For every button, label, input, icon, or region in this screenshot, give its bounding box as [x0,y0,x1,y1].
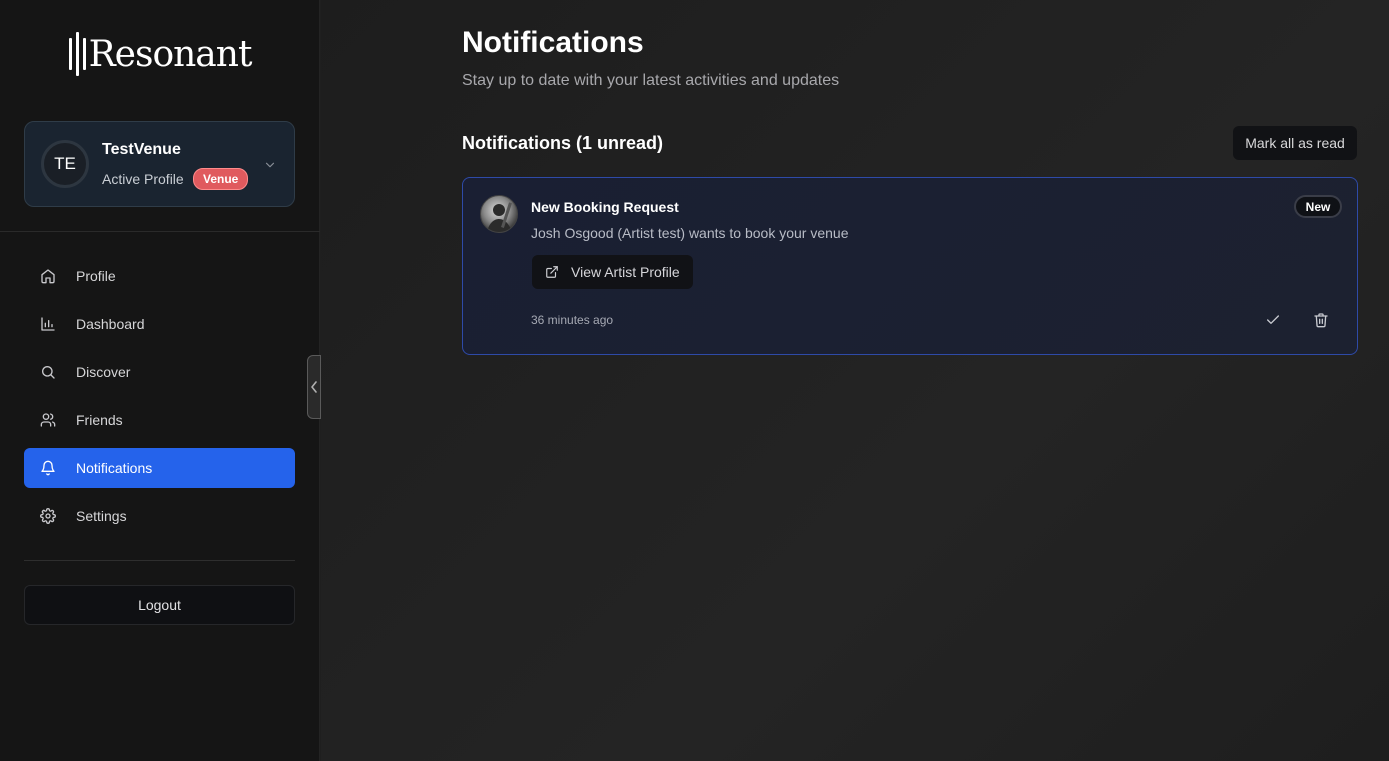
sidebar-divider [24,560,295,561]
trash-icon [1314,313,1328,328]
sidebar-item-dashboard[interactable]: Dashboard [24,304,295,344]
sidebar-item-notifications[interactable]: Notifications [24,448,295,488]
logout-button[interactable]: Logout [24,585,295,625]
mark-all-read-button[interactable]: Mark all as read [1233,126,1357,160]
button-label: View Artist Profile [571,264,680,280]
sidebar-item-label: Discover [76,364,131,380]
page-title: Notifications [462,26,644,59]
view-artist-profile-button[interactable]: View Artist Profile [532,255,693,289]
chevron-left-icon [311,381,317,393]
home-icon [41,269,55,284]
sidebar-item-settings[interactable]: Settings [24,496,295,536]
logo-text: Resonant [88,33,253,75]
sidebar-item-profile[interactable]: Profile [24,256,295,296]
sidebar-item-label: Profile [76,268,116,284]
notification-time: 36 minutes ago [531,313,614,327]
section-title: Notifications (1 unread) [462,133,664,153]
sidebar-item-label: Friends [76,412,123,428]
delete-notification-button[interactable] [1309,308,1333,332]
notification-title: New Booking Request [531,199,679,215]
page-subtitle: Stay up to date with your latest activit… [462,72,840,89]
logo-bars-icon [68,31,86,77]
users-icon [40,413,56,427]
chevron-down-icon [265,162,275,168]
venue-badge: Venue [193,168,249,190]
mark-read-button[interactable] [1261,308,1285,332]
sidebar-item-friends[interactable]: Friends [24,400,295,440]
sidebar-divider [0,231,320,232]
bar-chart-icon [41,317,55,331]
profile-name: TestVenue [102,141,181,158]
avatar-initials: TE [54,154,76,173]
avatar [480,195,518,233]
avatar: TE [41,140,89,188]
sidebar-item-label: Notifications [76,460,153,476]
search-icon [42,366,55,379]
artist-photo-icon [487,202,512,232]
sidebar: Resonant TE TestVenue Active Profile Ven… [0,0,320,761]
profile-switcher[interactable]: TE TestVenue Active Profile Venue [24,121,295,207]
notification-message: Josh Osgood (Artist test) wants to book … [531,225,849,241]
sidebar-item-label: Dashboard [76,316,145,332]
gear-icon [40,508,56,524]
app-logo[interactable]: Resonant [0,30,320,78]
bell-icon [41,460,55,476]
profile-subtitle: Active Profile [102,171,184,187]
check-icon [1267,315,1279,324]
main-content: Notifications Stay up to date with your … [321,0,1389,761]
sidebar-item-discover[interactable]: Discover [24,352,295,392]
notification-card[interactable]: New Booking Request New Josh Osgood (Art… [462,177,1358,355]
sidebar-item-label: Settings [76,508,127,524]
external-link-icon [546,266,558,278]
new-badge: New [1294,195,1342,218]
collapse-sidebar-button[interactable] [307,355,321,419]
